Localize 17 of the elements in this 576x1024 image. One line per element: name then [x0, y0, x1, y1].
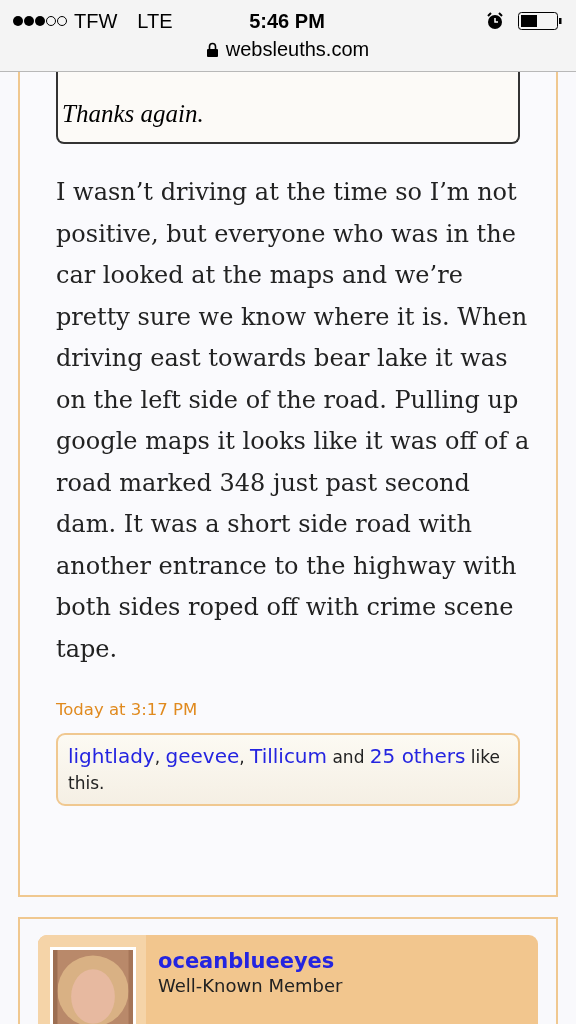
- username-link[interactable]: oceanblueeyes: [158, 949, 343, 973]
- signal-icon: [12, 15, 68, 27]
- likes-text: lightlady, geevee, Tillicum and 25 others like this.: [68, 743, 501, 795]
- alarm-icon: [486, 12, 504, 30]
- post-body: I wasn’t driving at the time so I’m not positive, but everyone who was in the car looked at the maps and we’re pretty sure we know where it is. When driving east towards bear lake it was on the left side of the road. Pulling up google maps it looks like it was off of a road marked 348 just past second dam. It was a short side road with another entrance to the highway with both sides roped off with crime scene tape.: [56, 177, 531, 665]
- network-type: LTE: [137, 9, 173, 33]
- user-link[interactable]: Tillicum: [250, 744, 328, 768]
- url-text[interactable]: websleuths.com: [225, 38, 370, 61]
- user-link[interactable]: 25 others: [369, 744, 466, 768]
- user-link[interactable]: lightlady: [68, 744, 155, 768]
- battery-icon: [518, 12, 562, 30]
- carrier: TFW: [74, 9, 118, 33]
- quote-text: Thanks again.: [62, 100, 204, 127]
- clock: 5:46 PM: [249, 9, 325, 33]
- user-role: Well-Known Member: [158, 975, 343, 996]
- lock-icon: [206, 42, 218, 57]
- user-link[interactable]: geevee: [165, 744, 240, 768]
